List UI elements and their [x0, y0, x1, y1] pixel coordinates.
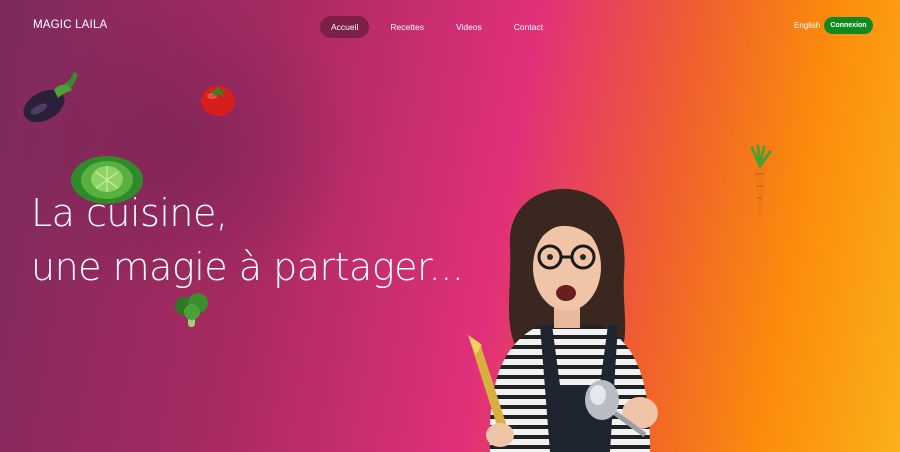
- carrot-icon: [750, 144, 772, 220]
- nav-item-accueil[interactable]: Accueil: [320, 16, 370, 38]
- hero-line-2: une magie à partager...: [31, 245, 464, 289]
- top-navigation: MAGIC LAILA Accueil Recettes Videos Cont…: [0, 0, 900, 52]
- hero-heading: La cuisine, une magie à partager...: [31, 186, 464, 294]
- nav-item-contact[interactable]: Contact: [503, 16, 554, 38]
- eggplant-icon: [23, 72, 78, 123]
- login-button[interactable]: Connexion: [824, 17, 873, 34]
- chef-photo: [468, 188, 658, 452]
- tomato-icon: [201, 86, 235, 116]
- language-switch[interactable]: English: [794, 21, 820, 30]
- nav-item-recettes[interactable]: Recettes: [379, 16, 435, 38]
- main-menu: Accueil Recettes Videos Contact: [320, 16, 554, 38]
- brand-logo[interactable]: MAGIC LAILA: [33, 19, 107, 31]
- broccoli-icon: [175, 293, 208, 327]
- hero-line-1: La cuisine,: [31, 191, 228, 235]
- nav-item-videos[interactable]: Videos: [445, 16, 493, 38]
